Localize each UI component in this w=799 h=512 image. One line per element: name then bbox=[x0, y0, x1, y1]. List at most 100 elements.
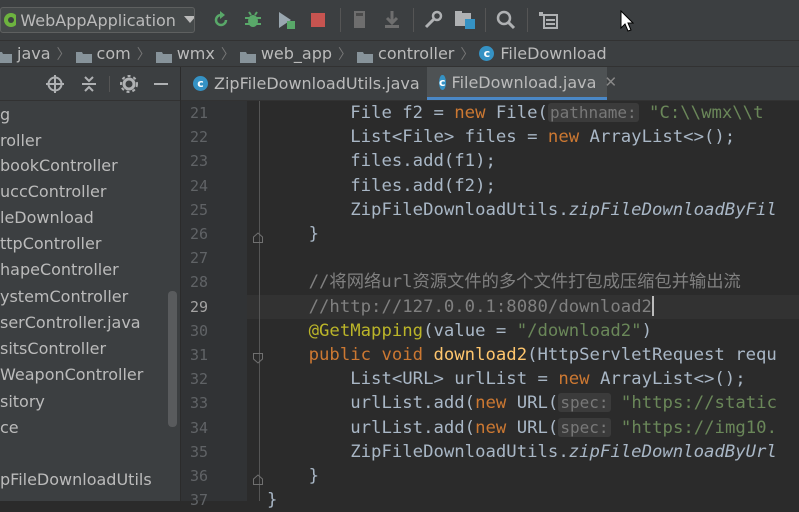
code-token: (value = bbox=[423, 321, 517, 341]
fold-marker-icon[interactable] bbox=[253, 228, 263, 243]
code-token: ArrayList<>(); bbox=[589, 127, 736, 147]
code-token: "https://img10. bbox=[610, 418, 777, 438]
breadcrumb-item[interactable]: com 〉 bbox=[75, 44, 156, 64]
code-line: urlList.add(new URL(spec: "https://stati… bbox=[267, 391, 777, 415]
fold-marker-icon[interactable] bbox=[253, 349, 263, 364]
code-token: new bbox=[475, 393, 517, 413]
code-token: download2 bbox=[433, 345, 528, 365]
parameter-hint: spec: bbox=[558, 418, 611, 437]
code-token: (HttpServletRequest requ bbox=[527, 345, 777, 365]
code-line: files.add(f2); bbox=[267, 174, 496, 198]
line-number: 37 bbox=[189, 491, 208, 509]
breadcrumb-item[interactable]: controller 〉 bbox=[357, 44, 479, 64]
folder-icon bbox=[155, 48, 172, 63]
code-token: //http://127.0.0.1:8080/download2 bbox=[267, 297, 652, 317]
run-configuration-dropdown[interactable]: WebAppApplication bbox=[0, 7, 195, 33]
tree-item[interactable]: ystemController bbox=[0, 284, 128, 310]
tree-item[interactable]: serController.java bbox=[0, 310, 141, 336]
code-token: } bbox=[267, 466, 320, 486]
tree-item[interactable]: sitsController bbox=[0, 336, 106, 362]
tree-item[interactable]: ttpController bbox=[0, 231, 101, 257]
code-token: URL( bbox=[516, 418, 559, 438]
code-token: File( bbox=[495, 103, 548, 123]
stop-icon[interactable] bbox=[307, 9, 329, 31]
build-artifacts-icon[interactable] bbox=[381, 9, 403, 31]
fold-marker-icon[interactable] bbox=[253, 470, 263, 485]
tree-item[interactable]: pFileDownloadUtils bbox=[0, 467, 152, 493]
line-number: 35 bbox=[189, 443, 208, 461]
code-token: files.add(f1); bbox=[267, 151, 496, 171]
debug-icon[interactable] bbox=[242, 9, 264, 31]
tree-item[interactable]: bookController bbox=[0, 153, 118, 179]
rerun-icon[interactable] bbox=[210, 9, 232, 31]
tree-item[interactable]: sitory bbox=[0, 389, 45, 415]
breadcrumb-item[interactable]: c FileDownload bbox=[479, 44, 607, 63]
code-token: zipFileDownloadByUrl bbox=[568, 442, 777, 462]
code-token: "C:\\wmx\\t bbox=[638, 103, 764, 123]
minimize-icon[interactable] bbox=[152, 75, 170, 93]
close-icon[interactable]: ✕ bbox=[604, 73, 617, 91]
tree-item[interactable]: ce bbox=[0, 415, 19, 441]
folder-icon bbox=[357, 48, 374, 63]
project-structure-icon[interactable] bbox=[454, 9, 476, 31]
tree-item[interactable]: leDownload bbox=[0, 205, 94, 231]
parameter-hint: spec: bbox=[558, 393, 611, 412]
gear-icon[interactable] bbox=[120, 75, 138, 93]
spring-boot-icon bbox=[4, 13, 17, 27]
code-line: ZipFileDownloadUtils.zipFileDownloadByUr… bbox=[267, 440, 777, 464]
tree-item[interactable]: uccController bbox=[0, 179, 106, 205]
line-number: 25 bbox=[189, 201, 208, 219]
code-token: files.add(f2); bbox=[267, 176, 496, 196]
class-icon: c bbox=[439, 74, 446, 90]
layout-icon[interactable] bbox=[537, 9, 559, 31]
line-number: 33 bbox=[189, 394, 208, 412]
line-number: 30 bbox=[189, 322, 208, 340]
chevron-down-icon bbox=[183, 16, 194, 23]
code-line: ZipFileDownloadUtils.zipFileDownloadByFi… bbox=[267, 198, 777, 222]
code-token: "https://static bbox=[610, 393, 777, 413]
collapse-all-icon[interactable] bbox=[80, 75, 98, 93]
line-number: 29 bbox=[189, 298, 208, 316]
code-line: @GetMapping(value = "/download2") bbox=[267, 319, 652, 343]
tree-item[interactable]: g bbox=[0, 102, 10, 128]
project-tree: g roller bookController uccController le… bbox=[0, 101, 180, 501]
search-icon[interactable] bbox=[495, 9, 517, 31]
mouse-cursor-icon bbox=[620, 10, 634, 32]
code-token: List<URL> urlList = bbox=[267, 369, 559, 389]
line-number: 23 bbox=[189, 152, 208, 170]
line-number: 28 bbox=[189, 273, 208, 291]
breadcrumb: java 〉 com 〉 wmx 〉 web_app 〉 controller 〉 c F… bbox=[0, 40, 799, 67]
tab-filedownload[interactable]: c FileDownload.java ✕ bbox=[427, 67, 617, 100]
tree-item[interactable]: roller bbox=[0, 128, 41, 154]
tree-item[interactable]: hapeController bbox=[0, 257, 119, 283]
code-line: List<URL> urlList = new ArrayList<>(); bbox=[267, 367, 746, 391]
settings-icon[interactable] bbox=[422, 9, 444, 31]
code-token: new bbox=[475, 418, 517, 438]
breadcrumb-label: wmx bbox=[176, 44, 215, 63]
line-number: 26 bbox=[189, 225, 208, 243]
breadcrumb-item[interactable]: java 〉 bbox=[0, 44, 76, 64]
code-token: //将网络url资源文件的多个文件打包成压缩包并输出流 bbox=[267, 272, 741, 292]
tab-zipfiledownloadutils[interactable]: c ZipFileDownloadUtils.java bbox=[181, 67, 427, 100]
parameter-hint: pathname: bbox=[547, 103, 639, 122]
code-line: //http://127.0.0.1:8080/download2 bbox=[267, 295, 654, 319]
code-line: } bbox=[267, 464, 319, 488]
code-token: @GetMapping bbox=[267, 321, 424, 341]
code-token: ArrayList<>(); bbox=[599, 369, 746, 389]
coverage-icon[interactable] bbox=[275, 9, 297, 31]
project-scrollbar[interactable] bbox=[168, 291, 177, 427]
editor-tabs: c ZipFileDownloadUtils.java c FileDownlo… bbox=[181, 67, 799, 101]
build-icon[interactable] bbox=[349, 9, 371, 31]
breadcrumb-item[interactable]: wmx 〉 bbox=[155, 44, 240, 64]
line-number: 21 bbox=[189, 104, 208, 122]
code-line: } bbox=[267, 488, 277, 512]
code-token: urlList.add( bbox=[267, 393, 476, 413]
tab-label: FileDownload.java bbox=[451, 72, 597, 92]
code-line: //将网络url资源文件的多个文件打包成压缩包并输出流 bbox=[267, 270, 741, 294]
line-number: 32 bbox=[189, 370, 208, 388]
locate-file-icon[interactable] bbox=[46, 75, 64, 93]
tree-item[interactable]: Weapon​Controller bbox=[0, 362, 143, 388]
breadcrumb-label: controller bbox=[378, 44, 455, 63]
breadcrumb-item[interactable]: web_app 〉 bbox=[239, 44, 357, 64]
line-number: 24 bbox=[189, 177, 208, 195]
